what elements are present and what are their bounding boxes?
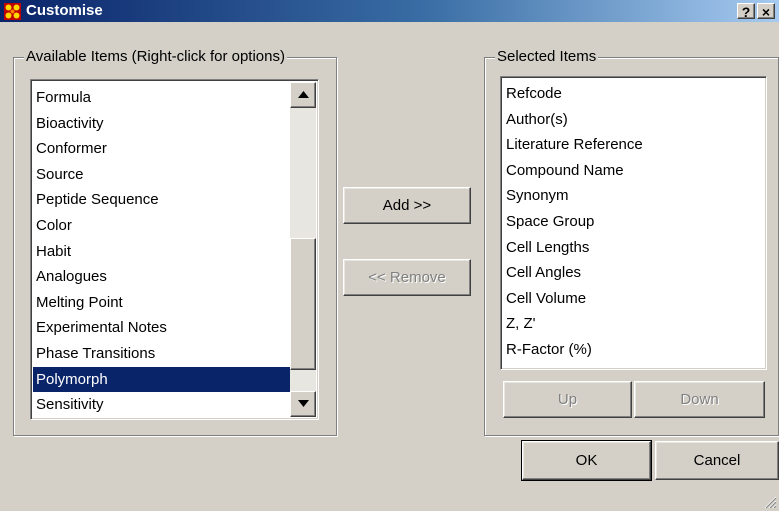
selected-list-item[interactable]: Author(s) [503, 107, 763, 133]
available-items-legend: Available Items (Right-click for options… [24, 48, 287, 65]
available-list-item[interactable]: Bioactivity [33, 111, 290, 137]
available-items-rows: Formula Bioactivity Conformer Source Peptide… [33, 85, 290, 418]
scroll-up-button[interactable] [290, 82, 316, 108]
close-button[interactable]: × [757, 3, 775, 20]
selected-items-rows: Refcode Author(s) Literature Reference Comp… [503, 81, 763, 363]
selected-list-item[interactable]: R-Factor (%) [503, 337, 763, 363]
help-button[interactable]: ? [737, 3, 755, 20]
available-list-item[interactable]: Color [33, 213, 290, 239]
selected-list-item[interactable]: Cell Lengths [503, 235, 763, 261]
up-button[interactable]: Up [503, 381, 632, 418]
selected-list-item[interactable]: Literature Reference [503, 132, 763, 158]
cancel-button[interactable]: Cancel [655, 441, 779, 480]
selected-list-item[interactable]: Z, Z' [503, 311, 763, 337]
available-scrollbar[interactable] [290, 82, 316, 417]
available-list-item[interactable]: Polymorph [33, 366, 290, 393]
available-list-item[interactable]: Conformer [33, 136, 290, 162]
selected-list-item[interactable]: Cell Volume [503, 286, 763, 312]
selected-items-legend: Selected Items [495, 48, 599, 65]
selected-items-list[interactable]: Refcode Author(s) Literature Reference Comp… [500, 76, 767, 370]
available-list-item[interactable]: Formula [33, 85, 290, 111]
add-button[interactable]: Add >> [343, 187, 471, 224]
available-list-item[interactable]: Habit [33, 239, 290, 265]
available-list-item[interactable]: Experimental Notes [33, 315, 290, 341]
available-list-item[interactable]: Sensitivity [33, 392, 290, 418]
available-items-list[interactable]: Formula Bioactivity Conformer Source Peptide… [30, 79, 319, 420]
arrow-up-icon [297, 91, 309, 98]
available-list-item[interactable]: Analogues [33, 264, 290, 290]
resize-grip-icon[interactable] [763, 495, 777, 509]
selected-list-item[interactable]: Cell Angles [503, 260, 763, 286]
window-title: Customise [26, 2, 103, 19]
available-list-item[interactable]: Source [33, 162, 290, 188]
scroll-thumb[interactable] [290, 238, 316, 370]
title-bar[interactable]: Customise ? × [0, 0, 779, 22]
ok-button[interactable]: OK [521, 440, 652, 481]
app-icon [4, 3, 21, 20]
selected-list-item[interactable]: Space Group [503, 209, 763, 235]
selected-list-item[interactable]: Synonym [503, 183, 763, 209]
scroll-down-button[interactable] [290, 391, 316, 417]
available-list-item[interactable]: Melting Point [33, 290, 290, 316]
available-list-item[interactable]: Peptide Sequence [33, 187, 290, 213]
down-button[interactable]: Down [634, 381, 765, 418]
remove-button[interactable]: << Remove [343, 259, 471, 296]
selected-list-item[interactable]: Refcode [503, 81, 763, 107]
customise-dialog: Customise ? × Available Items (Right-cli… [0, 0, 779, 511]
selected-list-item[interactable]: Compound Name [503, 158, 763, 184]
arrow-down-icon [297, 400, 309, 407]
available-list-item[interactable]: Phase Transitions [33, 341, 290, 367]
